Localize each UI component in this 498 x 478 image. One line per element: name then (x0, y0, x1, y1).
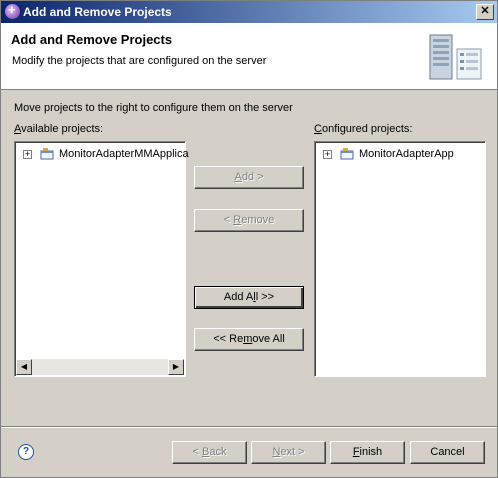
instruction-text: Move projects to the right to configure … (14, 102, 293, 114)
cancel-button[interactable]: Cancel (410, 441, 485, 464)
window-title: Add and Remove Projects (23, 5, 172, 19)
expand-icon[interactable]: + (23, 150, 32, 159)
page-description: Modify the projects that are configured … (12, 55, 267, 67)
page-title: Add and Remove Projects (11, 32, 173, 47)
finish-button[interactable]: Finish (330, 441, 405, 464)
add-button[interactable]: Add > (194, 166, 304, 189)
footer-separator (1, 426, 497, 428)
add-all-button[interactable]: Add All >> (194, 286, 304, 309)
remove-all-button[interactable]: << Remove All (194, 328, 304, 351)
project-name: MonitorAdapterApp (359, 148, 454, 160)
available-projects-list[interactable]: + MonitorAdapterMMApplica ◀ ▶ (14, 141, 189, 377)
project-name: MonitorAdapterMMApplica (59, 148, 189, 160)
app-icon (5, 2, 20, 19)
back-button[interactable]: < Back (172, 441, 247, 464)
available-projects-label: Available projects: (14, 123, 104, 135)
dialog-window: Add and Remove Projects ✕ Add and Remove… (0, 0, 498, 478)
wizard-header: Add and Remove Projects Modify the proje… (1, 23, 497, 90)
remove-button[interactable]: < Remove (194, 209, 304, 232)
configured-projects-label: Configured projects: (314, 123, 413, 135)
expand-icon[interactable]: + (323, 150, 332, 159)
title-bar[interactable]: Add and Remove Projects ✕ (1, 1, 497, 23)
scroll-left-icon[interactable]: ◀ (16, 359, 32, 375)
close-icon[interactable]: ✕ (476, 4, 494, 20)
help-icon[interactable]: ? (18, 444, 34, 460)
next-button[interactable]: Next > (251, 441, 326, 464)
scroll-right-icon[interactable]: ▶ (168, 359, 184, 375)
server-graphic-icon (429, 34, 482, 80)
configured-projects-list[interactable]: + MonitorAdapterApp (314, 141, 486, 377)
project-icon (340, 148, 354, 160)
horizontal-scrollbar[interactable]: ◀ ▶ (16, 359, 184, 375)
project-icon (40, 148, 54, 160)
